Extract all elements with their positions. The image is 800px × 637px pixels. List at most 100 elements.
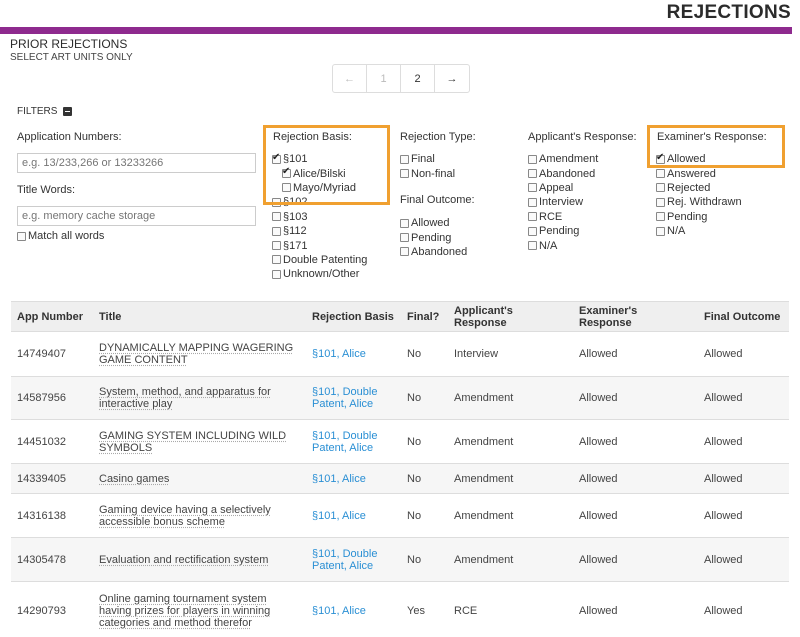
outcome-pending-checkbox[interactable]: Pending [400, 230, 467, 244]
checkbox-box[interactable] [528, 183, 537, 193]
examiner-pending-checkbox[interactable]: Pending [656, 210, 742, 224]
basis-171-checkbox[interactable]: §171 [272, 238, 367, 252]
rejection-basis-link[interactable]: §101, Alice [312, 605, 366, 617]
rejection-type-label: Rejection Type: [400, 131, 476, 143]
rejection-basis-link[interactable]: §101, Double Patent, Alice [312, 548, 377, 572]
col-examiner-response[interactable]: Examiner's Response [573, 301, 698, 332]
applicant-rce-checkbox[interactable]: RCE [528, 210, 598, 224]
basis-double-patenting-checkbox[interactable]: Double Patenting [272, 253, 367, 267]
table-row: 14451032 GAMING SYSTEM INCLUDING WILD SY… [11, 419, 789, 464]
title-link[interactable]: Casino games [99, 473, 169, 485]
applicant-response-options: Amendment Abandoned Appeal Interview RCE… [528, 152, 598, 253]
col-app-number[interactable]: App Number [11, 301, 93, 332]
rejection-basis-link[interactable]: §101, Double Patent, Alice [312, 430, 377, 454]
checkbox-box[interactable] [528, 169, 537, 179]
applicant-response-value: Amendment [448, 537, 573, 582]
applicant-amendment-checkbox[interactable]: Amendment [528, 152, 598, 166]
applicant-appeal-checkbox[interactable]: Appeal [528, 181, 598, 195]
final-value: No [401, 493, 448, 538]
final-outcome-options: Allowed Pending Abandoned [400, 216, 467, 259]
page-title: REJECTIONS [666, 2, 791, 23]
basis-112-checkbox[interactable]: §112 [272, 224, 367, 238]
page-2-button[interactable]: 2 [401, 65, 435, 92]
checkbox-box[interactable] [528, 212, 537, 222]
app-number: 14749407 [11, 331, 93, 377]
final-value: No [401, 419, 448, 464]
prev-page-button[interactable]: ← [333, 65, 367, 92]
basis-103-checkbox[interactable]: §103 [272, 210, 367, 224]
checkbox-box[interactable] [272, 269, 281, 279]
checkbox-box[interactable] [656, 169, 665, 179]
applicant-na-checkbox[interactable]: N/A [528, 238, 598, 252]
examiner-response-value: Allowed [573, 493, 698, 538]
title-link[interactable]: GAMING SYSTEM INCLUDING WILD SYMBOLS [99, 430, 286, 454]
checkbox-box[interactable] [528, 226, 537, 236]
applicant-pending-checkbox[interactable]: Pending [528, 224, 598, 238]
filters-toggle[interactable]: FILTERS [17, 106, 73, 117]
examiner-answered-checkbox[interactable]: Answered [656, 166, 742, 180]
checkbox-box[interactable] [272, 241, 281, 251]
rejection-basis-link[interactable]: §101, Double Patent, Alice [312, 386, 377, 410]
rejection-type-options: Final Non-final [400, 152, 455, 181]
rejection-basis-link[interactable]: §101, Alice [312, 473, 366, 485]
title-link[interactable]: Online gaming tournament system having p… [99, 593, 270, 629]
checkbox-box[interactable] [272, 212, 281, 222]
checkbox-box[interactable] [400, 218, 409, 228]
checkbox-box[interactable] [400, 233, 409, 243]
checkbox-box[interactable] [528, 241, 537, 251]
examiner-rejected-checkbox[interactable]: Rejected [656, 181, 742, 195]
title-link[interactable]: System, method, and apparatus for intera… [99, 386, 271, 410]
examiner-response-value: Allowed [573, 376, 698, 420]
examiner-response-value: Allowed [573, 331, 698, 377]
outcome-allowed-checkbox[interactable]: Allowed [400, 216, 467, 230]
rejection-basis-link[interactable]: §101, Alice [312, 510, 366, 522]
checkbox-box[interactable] [400, 154, 409, 164]
outcome-abandoned-checkbox[interactable]: Abandoned [400, 245, 467, 259]
title-link[interactable]: DYNAMICALLY MAPPING WAGERING GAME CONTEN… [99, 342, 293, 366]
rejection-basis-highlight [263, 125, 390, 205]
type-non-final-checkbox[interactable]: Non-final [400, 166, 455, 180]
applicant-response-value: RCE [448, 581, 573, 637]
checkbox-box[interactable] [656, 212, 665, 222]
app-numbers-label: Application Numbers: [17, 131, 122, 143]
type-final-checkbox[interactable]: Final [400, 152, 455, 166]
title-words-label: Title Words: [17, 184, 76, 196]
checkbox-box[interactable] [400, 247, 409, 257]
final-outcome-value: Allowed [698, 493, 789, 538]
table-row: 14290793 Online gaming tournament system… [11, 581, 789, 637]
checkbox-box[interactable] [528, 197, 537, 207]
title-link[interactable]: Gaming device having a selectively acces… [99, 504, 271, 528]
final-outcome-value: Allowed [698, 331, 789, 377]
applicant-response-label: Applicant's Response: [528, 131, 637, 143]
page-1-button[interactable]: 1 [367, 65, 401, 92]
app-numbers-input[interactable] [17, 153, 256, 173]
basis-unknown-other-checkbox[interactable]: Unknown/Other [272, 267, 367, 281]
checkbox-box[interactable] [272, 255, 281, 265]
checkbox-box[interactable] [656, 197, 665, 207]
title-link[interactable]: Evaluation and rectification system [99, 554, 268, 566]
rejection-basis-link[interactable]: §101, Alice [312, 348, 366, 360]
examiner-na-checkbox[interactable]: N/A [656, 224, 742, 238]
col-final[interactable]: Final? [401, 301, 448, 332]
col-final-outcome[interactable]: Final Outcome [698, 301, 789, 332]
match-all-words-checkbox[interactable]: Match all words [17, 229, 104, 243]
section-subtitle: SELECT ART UNITS ONLY [10, 52, 133, 63]
checkbox-box[interactable] [656, 183, 665, 193]
examiner-response-value: Allowed [573, 537, 698, 582]
col-title[interactable]: Title [93, 301, 306, 332]
header-accent-bar [0, 27, 792, 34]
examiner-rej-withdrawn-checkbox[interactable]: Rej. Withdrawn [656, 195, 742, 209]
col-applicant-response[interactable]: Applicant's Response [448, 301, 573, 332]
applicant-interview-checkbox[interactable]: Interview [528, 195, 598, 209]
applicant-abandoned-checkbox[interactable]: Abandoned [528, 166, 598, 180]
final-value: No [401, 537, 448, 582]
checkbox-box[interactable] [528, 154, 537, 164]
checkbox-box[interactable] [656, 226, 665, 236]
checkbox-box[interactable] [400, 169, 409, 179]
next-page-button[interactable]: → [435, 65, 469, 92]
title-words-input[interactable] [17, 206, 256, 226]
checkbox-box[interactable] [272, 226, 281, 236]
collapse-minus-icon[interactable] [63, 107, 73, 116]
checkbox-box[interactable] [17, 231, 26, 241]
col-rejection-basis[interactable]: Rejection Basis [306, 301, 401, 332]
